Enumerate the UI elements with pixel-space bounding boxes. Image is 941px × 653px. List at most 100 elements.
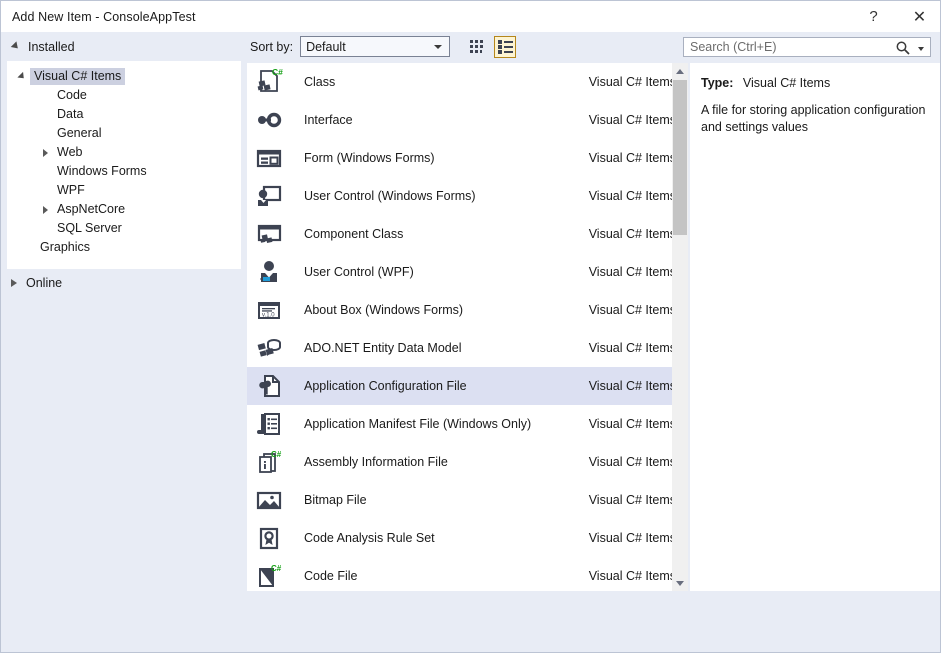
list-item[interactable]: ADO.NET Entity Data Model Visual C# Item… bbox=[247, 329, 687, 367]
rule-set-icon bbox=[253, 522, 285, 554]
svg-text:C#: C# bbox=[271, 564, 282, 573]
list-item-category: Visual C# Items bbox=[588, 303, 676, 317]
ado-net-entity-icon bbox=[253, 332, 285, 364]
list-item[interactable]: User Control (WPF) Visual C# Items bbox=[247, 253, 687, 291]
tree-item-label: WPF bbox=[57, 183, 85, 197]
close-icon[interactable]: ✕ bbox=[897, 1, 940, 32]
user-control-wpf-icon bbox=[253, 256, 285, 288]
details-type-value: Visual C# Items bbox=[742, 76, 831, 90]
bitmap-icon bbox=[253, 484, 285, 516]
list-item-name: Component Class bbox=[304, 227, 404, 241]
list-item-category: Visual C# Items bbox=[588, 75, 676, 89]
title-bar: Add New Item - ConsoleAppTest ? ✕ bbox=[1, 1, 940, 32]
sidebar: Installed Visual C# Items Code Data Gene… bbox=[1, 32, 241, 591]
scrollbar-down-arrow-icon[interactable] bbox=[672, 575, 688, 591]
tree-item-visual-csharp-items[interactable]: Visual C# Items bbox=[7, 67, 241, 86]
scrollbar-up-arrow-icon[interactable] bbox=[672, 63, 688, 79]
list-item[interactable]: Interface Visual C# Items bbox=[247, 101, 687, 139]
tree-item-code[interactable]: Code bbox=[7, 86, 241, 105]
sidebar-section-installed[interactable]: Installed bbox=[1, 32, 241, 61]
chevron-down-icon[interactable] bbox=[918, 47, 924, 51]
tree-item-sql-server[interactable]: SQL Server bbox=[7, 219, 241, 238]
tree-item-label: Code bbox=[57, 88, 87, 102]
list-item-name: Application Configuration File bbox=[304, 379, 467, 393]
sidebar-section-online-label: Online bbox=[26, 276, 63, 290]
list-item[interactable]: C# Class Visual C# Items bbox=[247, 63, 687, 101]
list-item-name: Interface bbox=[304, 113, 353, 127]
list-item[interactable]: Application Manifest File (Windows Only)… bbox=[247, 405, 687, 443]
tree-item-web[interactable]: Web bbox=[7, 143, 241, 162]
details-panel: Type: Visual C# Items A file for storing… bbox=[690, 63, 940, 591]
list-item-name: Bitmap File bbox=[304, 493, 367, 507]
chevron-right-icon bbox=[11, 279, 17, 287]
about-box-icon: v.1.0 bbox=[253, 294, 285, 326]
help-icon[interactable]: ? bbox=[851, 1, 896, 32]
chevron-down-icon bbox=[434, 45, 443, 49]
list-item-name: About Box (Windows Forms) bbox=[304, 303, 464, 317]
tree-item-windows-forms[interactable]: Windows Forms bbox=[7, 162, 241, 181]
list-item-category: Visual C# Items bbox=[588, 151, 676, 165]
chevron-down-icon bbox=[10, 40, 21, 51]
search-placeholder: Search (Ctrl+E) bbox=[690, 40, 777, 54]
sidebar-section-online[interactable]: Online bbox=[1, 269, 241, 297]
list-item[interactable]: User Control (Windows Forms) Visual C# I… bbox=[247, 177, 687, 215]
tree-item-label: Windows Forms bbox=[57, 164, 147, 178]
tree-item-label: Visual C# Items bbox=[30, 68, 126, 85]
sort-by-select[interactable]: Default bbox=[300, 36, 451, 57]
item-template-list[interactable]: C# Class Visual C# Items Interface Visua… bbox=[247, 63, 687, 591]
list-item[interactable]: v.1.0 About Box (Windows Forms) Visual C… bbox=[247, 291, 687, 329]
class-icon: C# bbox=[253, 66, 285, 98]
chevron-right-icon bbox=[37, 205, 53, 214]
list-item[interactable]: C# Assembly Information File Visual C# I… bbox=[247, 443, 687, 481]
list-item-selected[interactable]: Application Configuration File Visual C#… bbox=[247, 367, 687, 405]
chevron-right-icon bbox=[37, 148, 53, 157]
sidebar-section-installed-label: Installed bbox=[28, 39, 75, 54]
tree-item-label: AspNetCore bbox=[57, 202, 126, 216]
list-scrollbar[interactable] bbox=[672, 63, 688, 591]
sort-by-label: Sort by: bbox=[250, 39, 294, 54]
list-item-name: Assembly Information File bbox=[304, 455, 448, 469]
tree-item-general[interactable]: General bbox=[7, 124, 241, 143]
list-item-category: Visual C# Items bbox=[588, 569, 676, 583]
search-input[interactable]: Search (Ctrl+E) bbox=[683, 37, 931, 57]
list-item-name: Code File bbox=[304, 569, 358, 583]
tree-item-label: Web bbox=[57, 145, 83, 159]
interface-icon bbox=[253, 104, 285, 136]
chevron-down-icon bbox=[14, 71, 30, 82]
list-item-category: Visual C# Items bbox=[588, 189, 676, 203]
list-item-category: Visual C# Items bbox=[588, 531, 676, 545]
tree-item-wpf[interactable]: WPF bbox=[7, 181, 241, 200]
tree-item-label: Graphics bbox=[40, 240, 91, 254]
list-item-name: User Control (Windows Forms) bbox=[304, 189, 476, 203]
list-item-category: Visual C# Items bbox=[588, 113, 676, 127]
list-item-category: Visual C# Items bbox=[588, 379, 676, 393]
dialog-footer: Name: App.config Add Cancel bbox=[1, 591, 940, 652]
list-view-icon[interactable] bbox=[494, 35, 517, 58]
tree-item-data[interactable]: Data bbox=[7, 105, 241, 124]
details-type-label: Type: bbox=[701, 76, 734, 90]
list-item[interactable]: Form (Windows Forms) Visual C# Items bbox=[247, 139, 687, 177]
window-title: Add New Item - ConsoleAppTest bbox=[12, 9, 196, 24]
list-item-name: Form (Windows Forms) bbox=[304, 151, 435, 165]
list-item-name: ADO.NET Entity Data Model bbox=[304, 341, 462, 355]
user-control-winforms-icon bbox=[253, 180, 285, 212]
form-icon bbox=[253, 142, 285, 174]
sort-by-value: Default bbox=[306, 39, 346, 54]
list-item[interactable]: C# Code File Visual C# Items bbox=[247, 557, 687, 591]
tree-item-label: General bbox=[57, 126, 102, 140]
list-item-category: Visual C# Items bbox=[588, 265, 676, 279]
list-item[interactable]: Bitmap File Visual C# Items bbox=[247, 481, 687, 519]
scrollbar-thumb[interactable] bbox=[673, 80, 687, 235]
tree-item-label: Data bbox=[57, 107, 84, 121]
list-item[interactable]: Code Analysis Rule Set Visual C# Items bbox=[247, 519, 687, 557]
app-config-icon bbox=[253, 370, 285, 402]
grid-view-icon[interactable] bbox=[466, 36, 488, 58]
list-item[interactable]: Component Class Visual C# Items bbox=[247, 215, 687, 253]
search-icon[interactable] bbox=[895, 40, 911, 61]
details-description: A file for storing application configura… bbox=[701, 103, 926, 134]
component-class-icon bbox=[253, 218, 285, 250]
svg-text:C#: C# bbox=[271, 450, 282, 459]
tree-item-graphics[interactable]: Graphics bbox=[7, 238, 241, 257]
tree-item-aspnetcore[interactable]: AspNetCore bbox=[7, 200, 241, 219]
list-item-category: Visual C# Items bbox=[588, 227, 676, 241]
